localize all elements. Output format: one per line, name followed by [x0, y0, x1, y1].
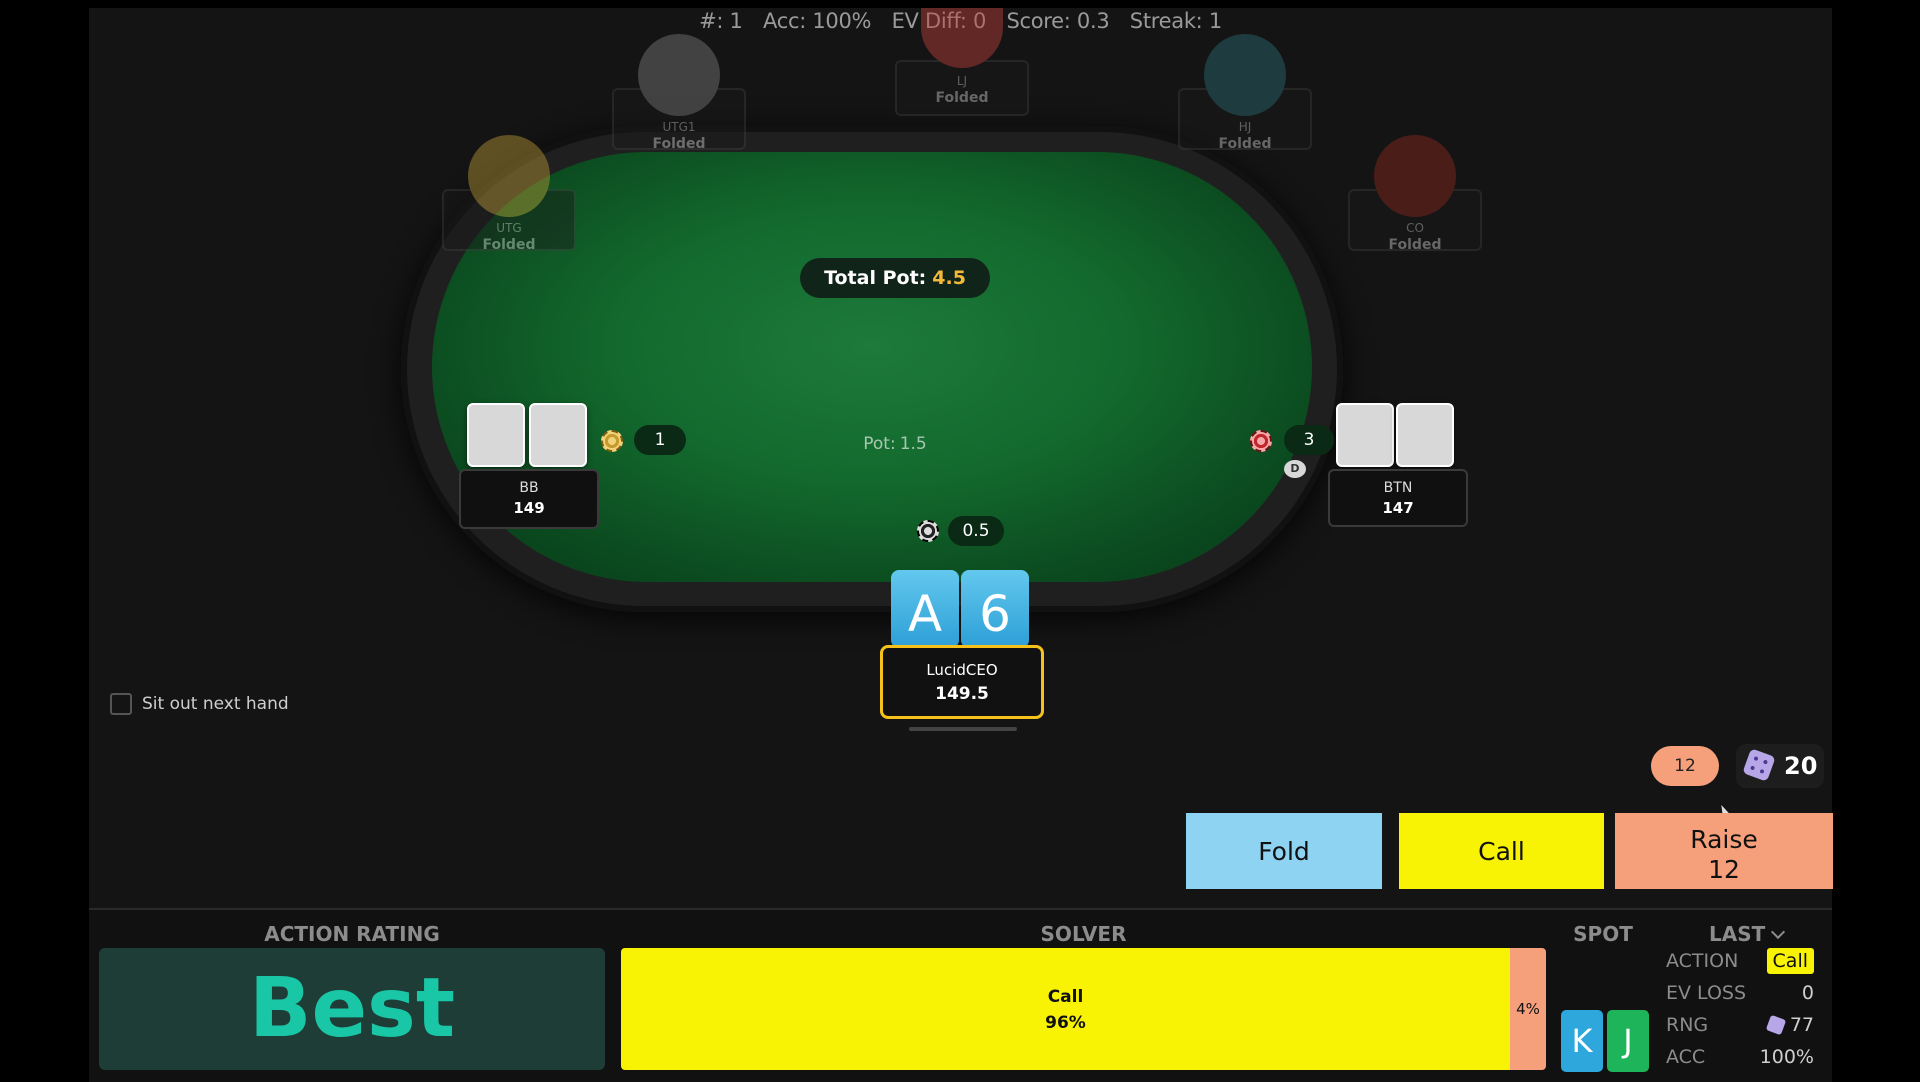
- accuracy-stat: Acc: 100%: [763, 9, 872, 33]
- avatar-donkey-icon: [468, 135, 550, 217]
- hand-number: #: 1: [699, 9, 743, 33]
- seat-position: BB: [519, 480, 539, 496]
- hero-timer-bar: [909, 727, 1017, 731]
- seat-stack: 147: [1382, 499, 1414, 517]
- ev-loss-value: 0: [1801, 982, 1814, 1004]
- hero-seat: LucidCEO 149.5: [880, 645, 1044, 719]
- hero-card-2: 6: [961, 570, 1029, 648]
- seat-stack: 149: [513, 499, 545, 517]
- avatar-sunglasses-icon: [638, 34, 720, 116]
- chip-icon: [917, 520, 939, 542]
- rng-value-small: 77: [1789, 1014, 1814, 1036]
- pot-label: Pot:: [863, 434, 896, 454]
- spot-cards: K J: [1561, 1010, 1653, 1072]
- chip-icon: [601, 430, 623, 452]
- seat-status: Folded: [652, 136, 706, 152]
- action-rating: Best: [99, 948, 605, 1070]
- avatar-redhead-icon: [1204, 34, 1286, 116]
- hero-bet: 0.5: [948, 516, 1004, 546]
- hole-cards-facedown: [1328, 403, 1468, 469]
- sit-out-label: Sit out next hand: [142, 694, 289, 714]
- last-dropdown[interactable]: LAST: [1709, 922, 1786, 946]
- solver-title: SOLVER: [1040, 922, 1127, 946]
- seat-position: LJ: [956, 74, 968, 88]
- acc-label: ACC: [1666, 1046, 1706, 1068]
- total-pot-label: Total Pot:: [824, 267, 927, 289]
- solver-frequency-bar: Call 96% 4%: [621, 948, 1546, 1070]
- hero-name: LucidCEO: [926, 661, 998, 679]
- hero-card-1: A: [891, 570, 959, 648]
- sit-out-checkbox[interactable]: Sit out next hand: [110, 693, 289, 715]
- last-label: LAST: [1709, 922, 1766, 946]
- seat-bb: BB 149: [459, 403, 599, 529]
- checkbox-icon[interactable]: [110, 693, 132, 715]
- total-pot-value: 4.5: [932, 267, 966, 289]
- spot-title: SPOT: [1573, 922, 1633, 946]
- seat-status: Folded: [1388, 237, 1442, 253]
- seat-position: UTG: [496, 221, 522, 235]
- seat-utg: UTG Folded: [442, 135, 576, 253]
- hole-cards-facedown: [459, 403, 599, 469]
- raise-size-preset[interactable]: 12: [1651, 746, 1719, 786]
- total-pot: Total Pot: 4.5: [800, 258, 990, 298]
- card-back: [1396, 403, 1454, 467]
- solver-raise-segment: 4%: [1510, 948, 1546, 1070]
- solver-call-pct: 96%: [1045, 1013, 1086, 1033]
- card-back: [467, 403, 525, 467]
- acc-value: 100%: [1759, 1046, 1814, 1068]
- solver-call-segment: Call 96%: [621, 948, 1510, 1070]
- action-value: Call: [1766, 948, 1814, 974]
- dealer-button-icon: D: [1284, 460, 1306, 478]
- call-button[interactable]: Call: [1399, 813, 1604, 889]
- seat-hj: HJ Folded: [1178, 34, 1312, 152]
- hero-hole-cards: A 6: [891, 570, 1033, 648]
- raise-amount: 12: [1708, 854, 1740, 884]
- pot: Pot: 1.5: [820, 434, 970, 454]
- raise-label: Raise: [1690, 824, 1758, 854]
- card-back: [1336, 403, 1394, 467]
- seat-btn: BTN 147: [1328, 403, 1468, 527]
- seat-co: CO Folded: [1348, 135, 1482, 253]
- rng-value: 20: [1784, 752, 1818, 780]
- card-back: [529, 403, 587, 467]
- avatar-tiger-icon: [1374, 135, 1456, 217]
- dice-icon: [1742, 748, 1776, 782]
- streak-stat: Streak: 1: [1129, 9, 1222, 33]
- chevron-down-icon: [1771, 924, 1786, 940]
- solver-call-label: Call: [1047, 987, 1084, 1007]
- raise-button[interactable]: Raise 12: [1615, 813, 1833, 889]
- seat-position: UTG1: [662, 120, 696, 134]
- fold-button[interactable]: Fold: [1186, 813, 1382, 889]
- hero-stack: 149.5: [935, 684, 989, 704]
- seat-status: Folded: [935, 90, 989, 106]
- btn-bet: 3: [1284, 425, 1334, 455]
- dice-icon: [1765, 1014, 1787, 1036]
- rng-display[interactable]: 20: [1736, 744, 1824, 788]
- chip-icon: [1250, 430, 1272, 452]
- spot-card-1: K: [1561, 1010, 1603, 1072]
- seat-position: BTN: [1383, 480, 1413, 496]
- pot-value: 1.5: [899, 434, 927, 454]
- action-label: ACTION: [1666, 950, 1739, 972]
- action-rating-title: ACTION RATING: [264, 922, 440, 946]
- bb-bet: 1: [634, 425, 686, 455]
- rng-label: RNG: [1666, 1014, 1709, 1036]
- seat-status: Folded: [482, 237, 536, 253]
- seat-position: HJ: [1238, 120, 1252, 134]
- seat-position: CO: [1406, 221, 1424, 235]
- seat-utg1: UTG1 Folded: [612, 34, 746, 152]
- seat-status: Folded: [1218, 136, 1272, 152]
- spot-card-2: J: [1607, 1010, 1649, 1072]
- avatar-glasses-icon: [921, 8, 1003, 68]
- seat-lj: LJ Folded: [895, 8, 1029, 116]
- ev-loss-label: EV LOSS: [1666, 982, 1747, 1004]
